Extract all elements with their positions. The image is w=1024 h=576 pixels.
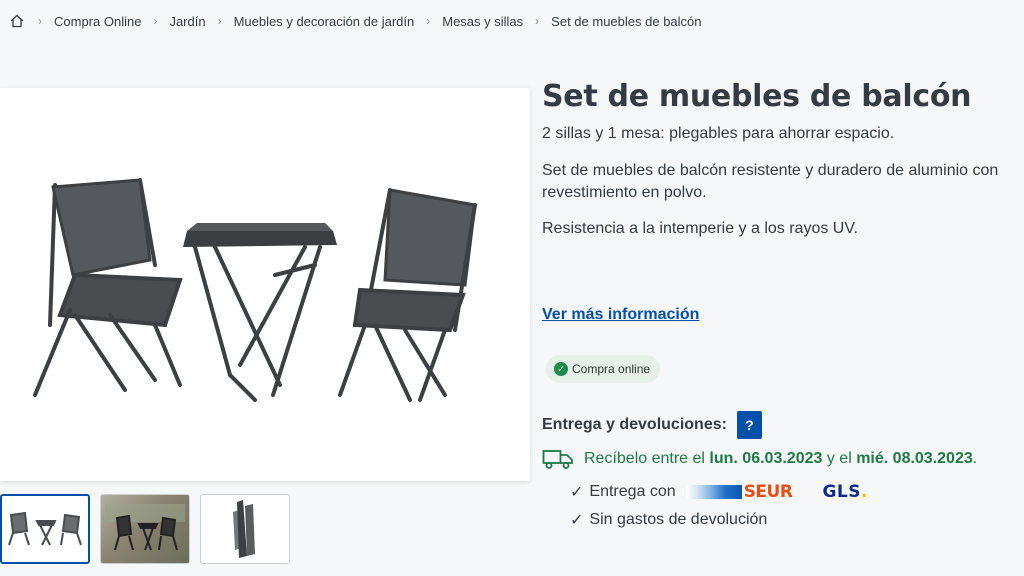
product-description-2: Resistencia a la intemperie y a los rayo… — [542, 220, 858, 237]
chevron-right-icon: › — [217, 14, 222, 28]
receive-period: . — [972, 450, 978, 467]
chevron-right-icon: › — [535, 14, 540, 28]
delivery-help-button[interactable]: ? — [736, 411, 762, 439]
gls-logo: GLS. — [822, 482, 868, 502]
receive-and: y el — [826, 450, 852, 467]
online-purchase-badge: ✓ Compra online — [546, 355, 661, 383]
product-main-image[interactable] — [0, 88, 530, 481]
thumbnail-strip — [0, 494, 290, 564]
free-returns: ✓ Sin gastos de devolución — [570, 510, 767, 530]
check-circle-icon: ✓ — [554, 362, 568, 376]
balcony-set-illustration — [33, 177, 477, 402]
checkmark-icon: ✓ — [570, 484, 584, 501]
badge-label: Compra online — [572, 362, 651, 376]
delivery-estimate: Recíbelo entre el lun. 06.03.2023 y el m… — [542, 448, 977, 470]
home-icon[interactable] — [8, 12, 26, 30]
thumbnail-1[interactable] — [0, 494, 90, 564]
truck-icon — [542, 450, 573, 469]
breadcrumb-current: Set de muebles de balcón — [551, 13, 702, 29]
chevron-right-icon: › — [38, 14, 42, 28]
chevron-right-icon: › — [153, 14, 158, 28]
product-title: Set de muebles de balcón — [542, 79, 972, 114]
delivery-carriers: ✓ Entrega con SEUR GLS. — [570, 482, 868, 502]
more-info-link[interactable]: Ver más información — [542, 306, 699, 324]
product-description: Set de muebles de balcón resistente y du… — [542, 162, 999, 201]
breadcrumb-muebles-decoracion[interactable]: Muebles y decoración de jardín — [234, 14, 415, 29]
seur-logo: SEUR — [685, 482, 793, 502]
receive-prefix: Recíbelo entre el — [584, 450, 705, 467]
delivery-header: Entrega y devoluciones: ? — [542, 411, 762, 439]
free-returns-label: Sin gastos de devolución — [589, 511, 768, 528]
thumbnail-2[interactable] — [100, 494, 190, 564]
product-subtitle: 2 sillas y 1 mesa: plegables para ahorra… — [542, 125, 895, 142]
delivery-date-to: mié. 08.03.2023 — [856, 450, 973, 467]
breadcrumb-jardin[interactable]: Jardín — [169, 14, 205, 29]
delivery-with-label: Entrega con — [589, 483, 676, 500]
breadcrumb: › Compra Online › Jardín › Muebles y dec… — [8, 10, 702, 32]
delivery-label: Entrega y devoluciones: — [542, 416, 727, 433]
thumbnail-3[interactable] — [200, 494, 290, 564]
breadcrumb-mesas-sillas[interactable]: Mesas y sillas — [442, 14, 523, 29]
delivery-date-from: lun. 06.03.2023 — [709, 450, 823, 467]
chevron-right-icon: › — [426, 14, 431, 28]
product-info: Set de muebles de balcón 2 sillas y 1 me… — [542, 78, 1024, 529]
checkmark-icon: ✓ — [570, 512, 584, 529]
breadcrumb-compra-online[interactable]: Compra Online — [54, 14, 141, 29]
